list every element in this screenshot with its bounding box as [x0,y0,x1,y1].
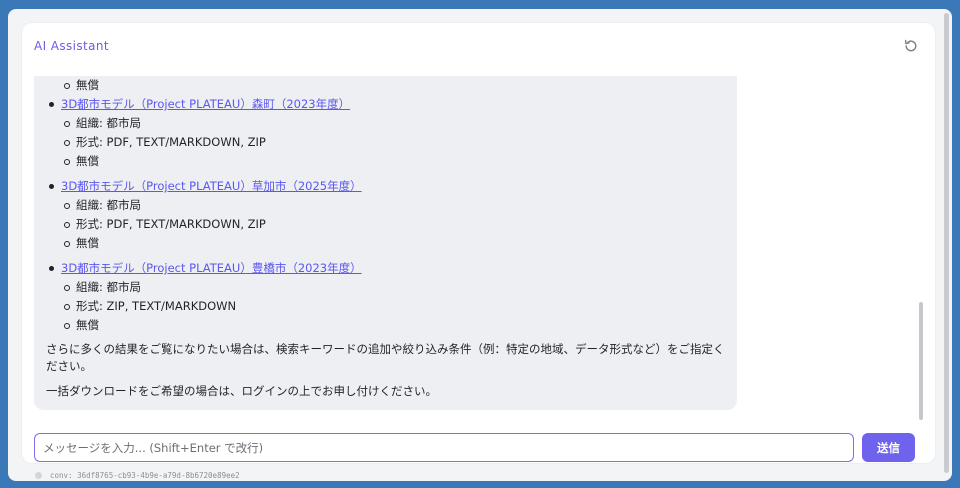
result-format: 形式: PDF, TEXT/MARKDOWN, ZIP [61,133,725,152]
window-scrollbar[interactable] [944,13,949,473]
send-button[interactable]: 送信 [862,433,915,462]
result-format: 形式: ZIP, TEXT/MARKDOWN [61,297,725,316]
app-frame: AI Assistant 無償 3D都市モデル（Project PLATEAU）… [8,9,952,481]
result-organization: 組織: 都市局 [61,278,725,297]
message-list[interactable]: 無償 3D都市モデル（Project PLATEAU）森町（2023年度） 組織… [34,67,737,410]
result-item: 3D都市モデル（Project PLATEAU）森町（2023年度） 組織: 都… [46,95,725,171]
result-organization: 組織: 都市局 [61,196,725,215]
conversation-id: conv: 36df8765-cb93-4b9e-a79d-8b6720e89e… [50,471,240,480]
result-link-mori[interactable]: 3D都市モデル（Project PLATEAU）森町（2023年度） [61,95,725,114]
result-organization: 組織: 都市局 [61,114,725,133]
chat-panel: AI Assistant 無償 3D都市モデル（Project PLATEAU）… [22,23,935,480]
result-details: 組織: 都市局 形式: PDF, TEXT/MARKDOWN, ZIP 無償 [61,114,725,171]
result-item: 3D都市モデル（Project PLATEAU）豊橋市（2023年度） 組織: … [46,259,725,335]
assistant-title: AI Assistant [34,39,110,53]
assistant-message-bubble: 無償 3D都市モデル（Project PLATEAU）森町（2023年度） 組織… [34,76,737,410]
result-list: 3D都市モデル（Project PLATEAU）森町（2023年度） 組織: 都… [46,95,725,335]
result-price: 無償 [61,316,725,335]
message-scrollbar[interactable] [919,302,923,420]
result-price: 無償 [61,76,725,95]
result-price: 無償 [61,152,725,171]
status-indicator [35,472,42,479]
result-details: 組織: 都市局 形式: ZIP, TEXT/MARKDOWN 無償 [61,278,725,335]
result-price: 無償 [61,234,725,253]
more-results-note: さらに多くの結果をご覧になりたい場合は、検索キーワードの追加や絞り込み条件（例：… [46,342,725,373]
result-link-toyohashi[interactable]: 3D都市モデル（Project PLATEAU）豊橋市（2023年度） [61,259,725,278]
result-format: 形式: PDF, TEXT/MARKDOWN, ZIP [61,215,725,234]
refresh-icon[interactable] [903,38,919,54]
bulk-download-note: 一括ダウンロードをご希望の場合は、ログインの上でお申し付けください。 [46,384,437,398]
result-item: 3D都市モデル（Project PLATEAU）草加市（2025年度） 組織: … [46,177,725,253]
previous-result-sublist: 無償 [61,76,725,95]
result-details: 組織: 都市局 形式: PDF, TEXT/MARKDOWN, ZIP 無償 [61,196,725,253]
result-link-soka[interactable]: 3D都市モデル（Project PLATEAU）草加市（2025年度） [61,177,725,196]
message-input[interactable] [34,433,854,462]
